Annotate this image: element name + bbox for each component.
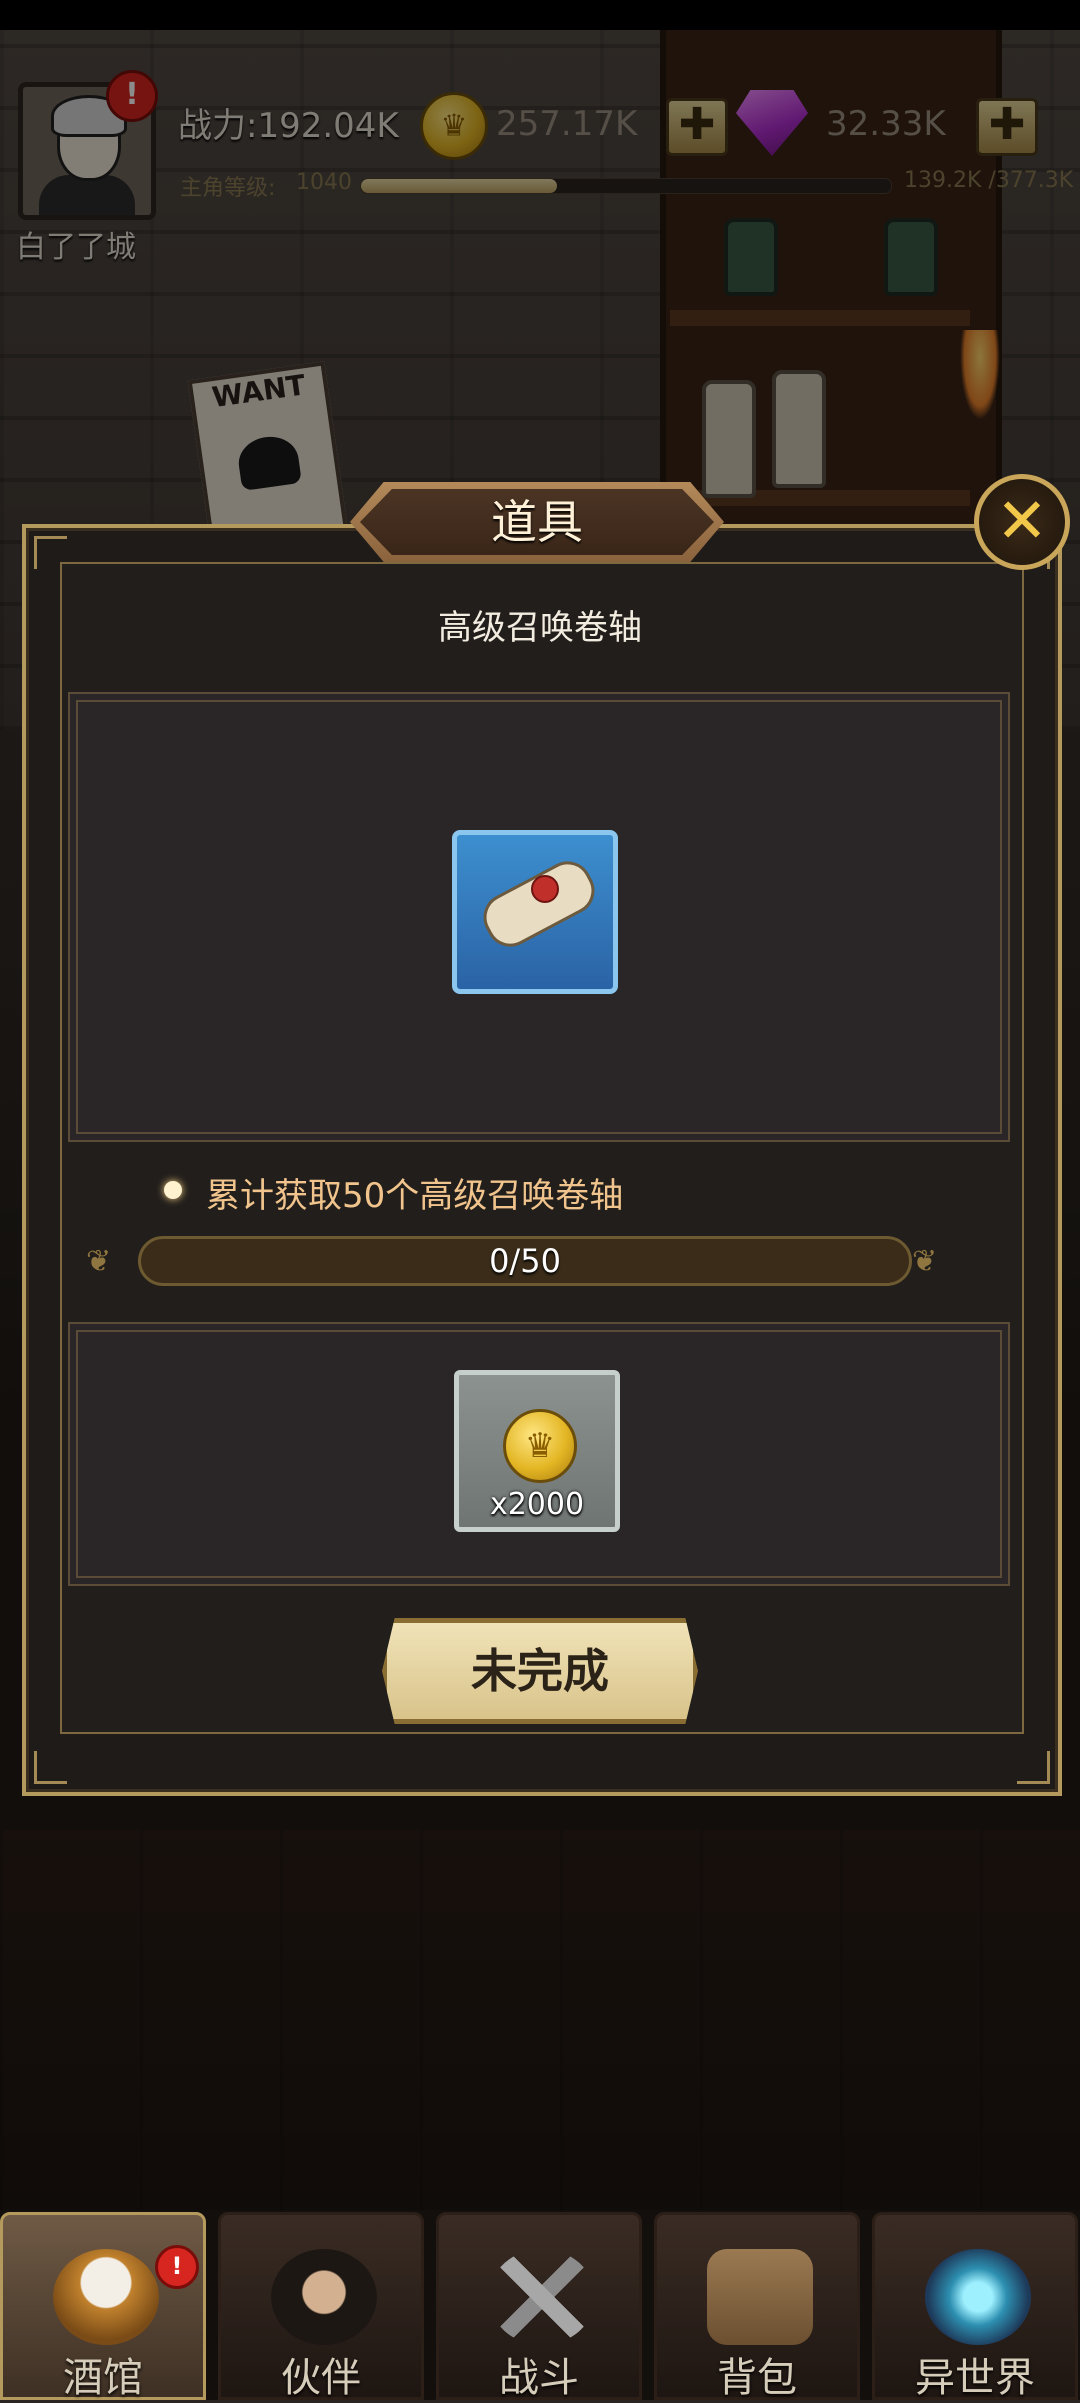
bottom-nav: ! 酒馆 伙伴 战斗 背包 异世界: [0, 2212, 1080, 2401]
companion-icon: [271, 2249, 377, 2345]
tab-battle[interactable]: 战斗: [436, 2212, 642, 2401]
task-bullet-icon: [164, 1181, 182, 1199]
progress-ornament-left-icon: ❦: [86, 1244, 112, 1279]
corner-ornament: [34, 536, 67, 569]
tab-label: 背包: [717, 2355, 797, 2401]
tab-label: 战斗: [499, 2355, 579, 2401]
task-progress-text: 0/50: [489, 1242, 561, 1280]
summon-scroll-icon[interactable]: [452, 830, 618, 994]
alert-icon: !: [155, 2245, 199, 2289]
tab-tavern[interactable]: ! 酒馆: [0, 2212, 206, 2401]
close-button[interactable]: ✕: [974, 474, 1070, 570]
corner-ornament: [34, 1751, 67, 1784]
tab-label: 伙伴: [281, 2355, 361, 2401]
crossed-swords-icon: [489, 2249, 595, 2345]
status-button-label: 未完成: [471, 1644, 609, 1698]
tab-label: 异世界: [915, 2355, 1035, 2401]
corner-ornament: [1017, 1751, 1050, 1784]
backpack-icon: [707, 2249, 813, 2345]
wax-seal: [531, 875, 559, 903]
scroll-shape: [475, 852, 603, 956]
portal-icon: [925, 2249, 1031, 2345]
item-name: 高级召唤卷轴: [438, 608, 642, 648]
tab-companions[interactable]: 伙伴: [218, 2212, 424, 2401]
beer-mug-icon: [53, 2249, 159, 2345]
task-description: 累计获取50个高级召唤卷轴: [206, 1176, 624, 1216]
tab-label: 酒馆: [63, 2355, 143, 2401]
reward-count: x2000: [489, 1487, 585, 1522]
modal-title: 道具: [491, 495, 583, 549]
tab-backpack[interactable]: 背包: [654, 2212, 860, 2401]
tab-otherworld[interactable]: 异世界: [872, 2212, 1078, 2401]
progress-ornament-right-icon: ❦: [912, 1244, 938, 1279]
gold-coin-icon: ♛: [503, 1409, 577, 1483]
